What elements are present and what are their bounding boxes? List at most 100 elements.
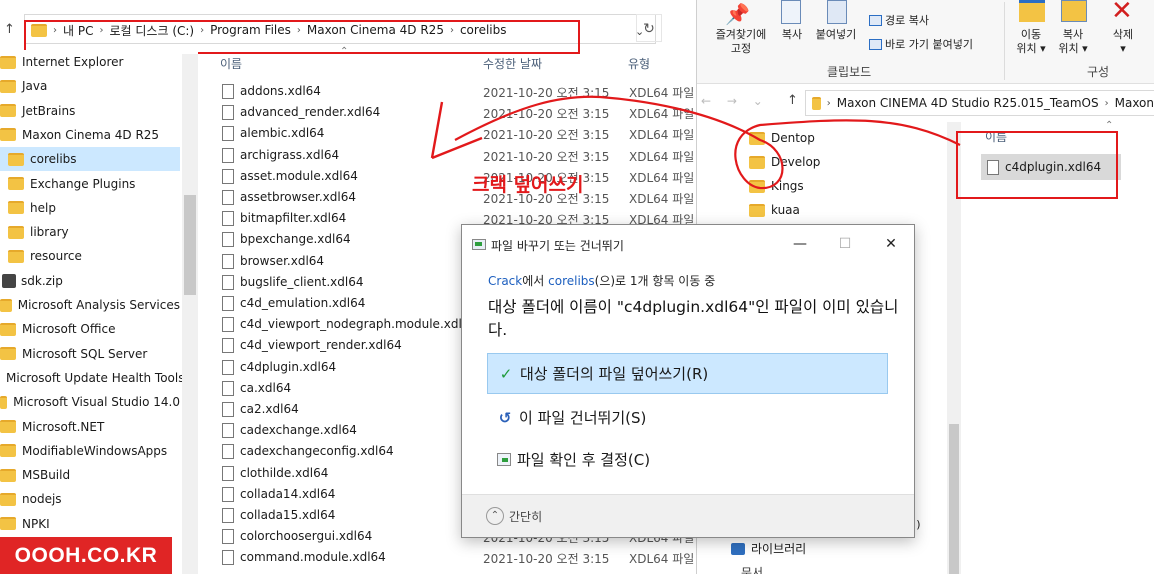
back-forward-icons[interactable]: ← → ⌄ [701, 94, 769, 108]
source-folder-link[interactable]: Crack [488, 274, 522, 288]
breadcrumb-item[interactable]: Maxon CINEMA 4D Studio R25.015_TeamOS [837, 96, 1099, 110]
file-name: archigrass.xdl64 [240, 147, 340, 162]
folder-icon [0, 492, 16, 506]
folder-icon [8, 177, 24, 190]
file-name: c4d_emulation.xdl64 [240, 296, 366, 310]
zip-file-icon [2, 273, 16, 288]
file-icon [222, 147, 234, 163]
folder-icon [749, 131, 765, 145]
nav-item[interactable]: Microsoft Analysis Services [0, 293, 180, 317]
file-icon [222, 423, 234, 439]
copy-to-button[interactable]: 복사 위치 ▾ [1053, 28, 1093, 56]
file-date: 2021-10-20 오전 3:15 [483, 149, 610, 164]
nav-item-label: JetBrains [22, 103, 76, 118]
file-type: XDL64 파일 [629, 192, 695, 206]
sort-up-icon: ⌃ [340, 46, 349, 57]
nav-item-develop[interactable]: Develop [749, 150, 820, 174]
copy-path-button[interactable]: 경로 복사 [869, 12, 929, 28]
file-name: c4d_viewport_render.xdl64 [240, 338, 402, 353]
file-name: bpexchange.xdl64 [240, 232, 351, 247]
nav-item-label: kuaa [771, 203, 800, 217]
nav-item[interactable]: NPKI [0, 512, 180, 536]
library-label: 라이브러리 [751, 542, 807, 556]
nav-item[interactable]: resource [0, 244, 180, 268]
up-arrow-icon[interactable]: ↑ [787, 93, 798, 108]
file-row[interactable]: asset.module.xdl64 2021-10-20 오전 3:15 XDL6… [200, 166, 696, 187]
nav-item[interactable]: JetBrains [0, 99, 180, 123]
replace-file-option[interactable]: ✓ 대상 폴더의 파일 덮어쓰기(R) [487, 353, 888, 394]
skip-arrow-icon: ↺ [498, 408, 512, 427]
copy-button[interactable]: 복사 [777, 28, 807, 42]
copy-to-icon [1061, 0, 1087, 22]
nav-scrollbar-thumb[interactable] [184, 195, 196, 295]
nav-item[interactable]: nodejs [0, 487, 180, 511]
nav-item[interactable]: ModifiableWindowsApps [0, 439, 180, 463]
file-date: 2021-10-20 오전 3:15 [483, 128, 610, 143]
pin-to-quick-access-button[interactable]: 즐겨찾기에 고정 [705, 28, 777, 56]
folder-icon [0, 517, 16, 531]
nav-item[interactable]: Internet Explorer [0, 50, 180, 74]
paste-shortcut-label: 바로 가기 붙여넣기 [885, 38, 973, 51]
file-name: c4dplugin.xdl64 [240, 359, 337, 374]
nav-item-label: MSBuild [22, 468, 71, 483]
fewer-details-button[interactable]: ⌃ 간단히 [486, 507, 542, 525]
file-row[interactable]: archigrass.xdl64 2021-10-20 오전 3:15 XDL64 … [200, 145, 696, 166]
file-row[interactable]: assetbrowser.xdl64 2021-10-20 오전 3:15 XDL6… [200, 187, 696, 208]
maximize-button[interactable]: ☐ [830, 231, 860, 257]
right-nav-scrollbar-thumb[interactable] [949, 424, 959, 574]
nav-item[interactable]: Maxon Cinema 4D R25 [0, 123, 180, 147]
fewer-details-label: 간단히 [509, 509, 543, 524]
nav-item[interactable]: Microsoft Office [0, 317, 180, 341]
right-address-bar[interactable]: › Maxon CINEMA 4D Studio R25.015_TeamOS … [805, 90, 1154, 116]
folder-icon [749, 203, 765, 217]
move-to-button[interactable]: 이동 위치 ▾ [1011, 28, 1051, 56]
nav-item-label: ModifiableWindowsApps [22, 443, 168, 458]
paste-shortcut-button[interactable]: 바로 가기 붙여넣기 [869, 36, 973, 52]
move-to-icon [1019, 0, 1045, 22]
file-type: XDL64 파일 [629, 86, 695, 100]
dialog-footer: ⌃ 간단히 [462, 494, 914, 537]
nav-item-kuaa[interactable]: kuaa [749, 198, 800, 222]
nav-item-kings[interactable]: Kings [749, 174, 804, 198]
nav-item-documents[interactable]: 문서 [741, 564, 763, 574]
nav-item[interactable]: Microsoft Visual Studio 14.0 [0, 390, 180, 414]
nav-scrollbar[interactable] [182, 54, 198, 574]
file-name: c4d_viewport_nodegraph.module.xdl64 [240, 317, 478, 332]
column-name-header[interactable]: 이름 [220, 55, 242, 72]
nav-item[interactable]: Java [0, 74, 180, 98]
file-row[interactable]: advanced_render.xdl64 2021-10-20 오전 3:15 X… [200, 102, 696, 123]
nav-item[interactable]: corelibs [0, 147, 180, 172]
up-arrow-icon[interactable]: ↑ [4, 22, 15, 37]
nav-item[interactable]: sdk.zip [0, 269, 180, 293]
file-row[interactable]: alembic.xdl64 2021-10-20 오전 3:15 XDL64 파일 [200, 123, 696, 144]
nav-item[interactable]: Microsoft Update Health Tools [0, 366, 184, 390]
copy-path-label: 경로 복사 [885, 14, 929, 27]
nav-item[interactable]: Microsoft.NET [0, 415, 180, 439]
nav-item-dentop[interactable]: Dentop [749, 126, 815, 150]
nav-item[interactable]: Microsoft SQL Server [0, 342, 180, 366]
nav-item-label: NPKI [22, 516, 50, 531]
nav-item[interactable]: Exchange Plugins [0, 172, 180, 196]
breadcrumb-item[interactable]: Maxon [1115, 96, 1154, 110]
close-button[interactable]: ✕ [876, 231, 906, 257]
refresh-button[interactable]: ↻ [636, 14, 662, 42]
column-type-header[interactable]: 유형 [628, 55, 650, 72]
destination-folder-link[interactable]: corelibs [548, 274, 595, 288]
file-icon [222, 232, 234, 248]
skip-file-option[interactable]: ↺ 이 파일 건너뛰기(S) [487, 397, 888, 438]
file-row[interactable]: addons.xdl64 2021-10-20 오전 3:15 XDL64 파일 [200, 81, 696, 102]
ribbon-divider [1004, 2, 1005, 80]
paste-button[interactable]: 붙여넣기 [811, 28, 861, 42]
nav-item-library[interactable]: 라이브러리 [731, 540, 806, 557]
file-name: command.module.xdl64 [240, 550, 386, 565]
nav-item[interactable]: help [0, 196, 180, 220]
minimize-button[interactable]: — [785, 231, 815, 257]
decide-each-file-option[interactable]: 파일 확인 후 결정(C) [487, 439, 888, 480]
nav-item[interactable]: MSBuild [0, 463, 180, 487]
nav-item[interactable]: library [0, 220, 180, 244]
file-row[interactable]: command.module.xdl64 2021-10-20 오전 3:15 XD… [200, 547, 696, 568]
delete-button[interactable]: 삭제 ▾ [1103, 28, 1143, 56]
column-date-header[interactable]: 수정한 날짜 [483, 55, 542, 72]
folder-icon [0, 322, 16, 336]
right-address-row: ← → ⌄ ↑ › Maxon CINEMA 4D Studio R25.015… [697, 88, 1154, 118]
